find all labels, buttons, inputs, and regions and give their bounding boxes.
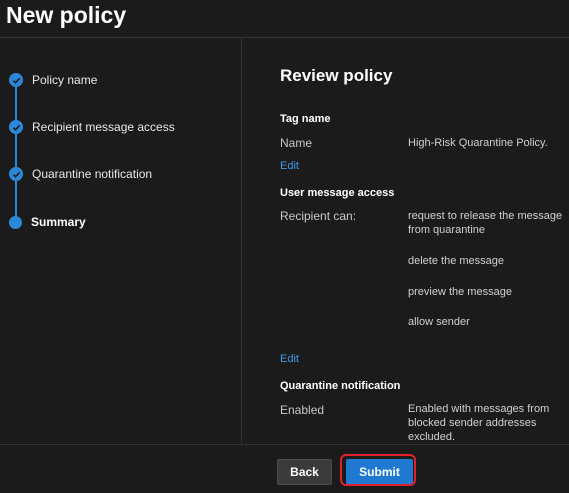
name-value: High-Risk Quarantine Policy. xyxy=(408,137,548,149)
page-header: New policy xyxy=(0,0,569,37)
access-value-preview: preview the message xyxy=(408,286,512,298)
panel-divider xyxy=(241,38,242,444)
checkmark-icon xyxy=(9,120,23,134)
user-message-access-heading: User message access xyxy=(280,187,395,199)
checkmark-icon xyxy=(9,73,23,87)
review-panel: Review policy Tag name Name High-Risk Qu… xyxy=(280,38,569,444)
step-summary[interactable]: Summary xyxy=(9,214,86,230)
stepper-progress-line xyxy=(15,80,17,220)
step-label: Policy name xyxy=(32,73,98,87)
checkmark-icon xyxy=(9,167,23,181)
access-value-release: request to release the message from quar… xyxy=(408,210,563,236)
footer-divider xyxy=(0,444,569,445)
step-policy-name[interactable]: Policy name xyxy=(9,72,97,88)
wizard-stepper: Policy name Recipient message access Qua… xyxy=(0,38,241,444)
step-label: Recipient message access xyxy=(32,120,175,134)
step-quarantine-notification[interactable]: Quarantine notification xyxy=(9,166,152,182)
edit-tag-name-link[interactable]: Edit xyxy=(280,160,299,172)
tag-name-heading: Tag name xyxy=(280,113,331,125)
recipient-can-key: Recipient can: xyxy=(280,209,357,223)
enabled-key: Enabled xyxy=(280,403,325,417)
edit-user-message-access-link[interactable]: Edit xyxy=(280,353,299,365)
review-title: Review policy xyxy=(280,66,393,85)
submit-button[interactable]: Submit xyxy=(346,459,413,485)
step-label: Summary xyxy=(31,215,86,229)
back-button[interactable]: Back xyxy=(277,459,332,485)
notification-value: Enabled with messages from blocked sende… xyxy=(408,403,550,443)
access-value-allow-sender: allow sender xyxy=(408,316,470,328)
step-label: Quarantine notification xyxy=(32,167,153,181)
access-value-delete: delete the message xyxy=(408,255,505,267)
current-step-dot-icon xyxy=(9,215,22,229)
quarantine-notification-heading: Quarantine notification xyxy=(280,380,401,392)
page-title: New policy xyxy=(6,2,127,28)
step-recipient-message-access[interactable]: Recipient message access xyxy=(9,119,175,135)
name-key: Name xyxy=(280,136,313,150)
